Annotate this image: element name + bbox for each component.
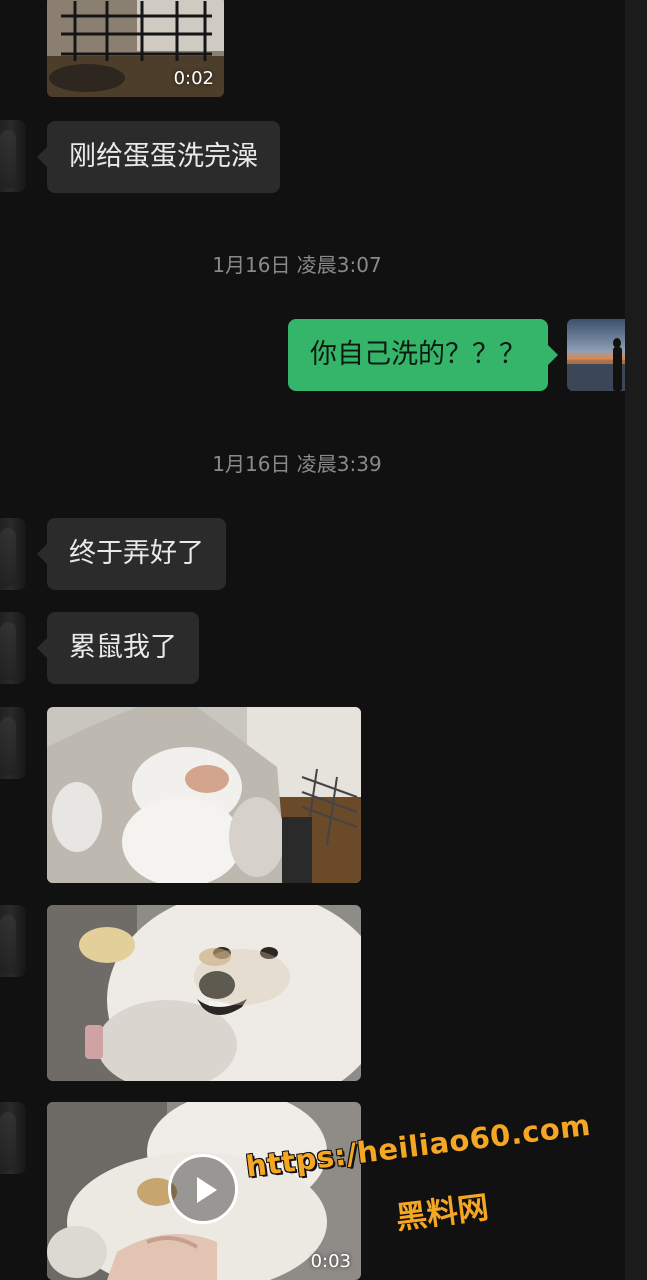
contact-avatar[interactable] bbox=[0, 120, 26, 192]
watermark-name: 黑料网 bbox=[393, 1189, 491, 1237]
photo-dog-face bbox=[47, 905, 361, 1081]
contact-avatar[interactable] bbox=[0, 1102, 26, 1174]
sunset-avatar-image bbox=[567, 319, 625, 391]
video-message-1[interactable]: 0:02 bbox=[47, 0, 224, 97]
timestamp: 1月16日 凌晨3:39 bbox=[212, 452, 382, 476]
photo-message-2[interactable] bbox=[47, 905, 361, 1081]
incoming-message-bubble[interactable]: 累鼠我了 bbox=[37, 612, 199, 684]
video-message-2[interactable]: 0:03 bbox=[47, 1102, 361, 1280]
video-duration: 0:02 bbox=[173, 68, 214, 89]
photo-dog-on-lap bbox=[47, 707, 361, 883]
contact-avatar[interactable] bbox=[0, 612, 26, 684]
contact-avatar[interactable] bbox=[0, 707, 26, 779]
contact-avatar[interactable] bbox=[0, 518, 26, 590]
timestamp: 1月16日 凌晨3:07 bbox=[212, 253, 382, 277]
outgoing-message-bubble[interactable]: 你自己洗的？？？ bbox=[288, 319, 558, 391]
my-avatar[interactable] bbox=[567, 319, 625, 391]
video-duration: 0:03 bbox=[310, 1251, 351, 1272]
play-icon[interactable] bbox=[168, 1154, 238, 1224]
right-edge-strip bbox=[625, 0, 647, 1280]
incoming-message-bubble[interactable]: 刚给蛋蛋洗完澡 bbox=[37, 121, 280, 193]
photo-message-1[interactable] bbox=[47, 707, 361, 883]
incoming-message-bubble[interactable]: 终于弄好了 bbox=[37, 518, 226, 590]
contact-avatar[interactable] bbox=[0, 905, 26, 977]
